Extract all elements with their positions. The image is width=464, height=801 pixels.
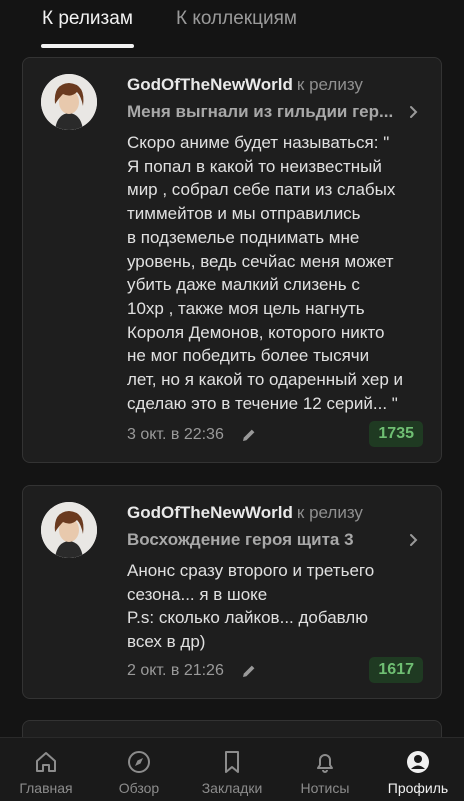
home-icon	[36, 752, 56, 772]
comment-date: 3 окт. в 22:36	[127, 426, 224, 443]
avatar[interactable]	[41, 74, 97, 130]
nav-home[interactable]: Главная	[0, 738, 92, 801]
chevron-right-icon	[410, 106, 418, 118]
author-line: GodOfTheNewWorld к релизу	[127, 75, 363, 95]
tab-to-releases[interactable]: К релизам	[42, 8, 133, 30]
release-link[interactable]: Восхождение героя щита 3	[127, 530, 407, 550]
nav-label: Главная	[19, 780, 73, 796]
nav-label: Нотисы	[300, 780, 350, 796]
comment-text: Скоро аниме будет называться: " Я попал …	[127, 133, 404, 413]
likes-badge[interactable]: 1735	[369, 421, 423, 447]
nav-bookmarks[interactable]: Закладки	[186, 738, 278, 801]
pencil-icon	[243, 429, 255, 441]
bottom-navigation: Главная Обзор Закладки Нотисы Профиль	[0, 737, 464, 801]
nav-explore[interactable]: Обзор	[93, 738, 185, 801]
author-name[interactable]: GodOfTheNewWorld	[127, 75, 293, 94]
bell-icon	[317, 754, 333, 773]
likes-badge[interactable]: 1617	[369, 657, 423, 683]
profile-icon	[407, 751, 429, 773]
bookmark-icon	[225, 751, 239, 773]
nav-label: Профиль	[387, 780, 449, 796]
pencil-icon	[243, 665, 255, 677]
nav-label: Закладки	[201, 780, 263, 796]
nav-notices[interactable]: Нотисы	[279, 738, 371, 801]
to-release-label: к релизу	[296, 503, 363, 522]
comment-text: Анонс сразу второго и третьего сезона...…	[127, 561, 375, 652]
comment-card[interactable]: GodOfTheNewWorld к релизу Меня выгнали из…	[22, 57, 442, 463]
to-release-label: к релизу	[296, 75, 363, 94]
compass-icon	[128, 751, 150, 773]
nav-label: Обзор	[118, 780, 160, 796]
author-name[interactable]: GodOfTheNewWorld	[127, 503, 293, 522]
nav-profile[interactable]: Профиль	[372, 738, 464, 801]
active-tab-indicator	[41, 44, 134, 48]
release-link[interactable]: Меня выгнали из гильдии гер...	[127, 102, 407, 122]
chevron-right-icon	[410, 534, 418, 546]
tab-bar: К релизам К коллекциям	[0, 0, 464, 50]
avatar[interactable]	[41, 502, 97, 558]
tab-to-collections[interactable]: К коллекциям	[176, 8, 297, 30]
author-line: GodOfTheNewWorld к релизу	[127, 503, 363, 523]
comment-date: 2 окт. в 21:26	[127, 662, 224, 679]
comment-card[interactable]: GodOfTheNewWorld к релизу Восхождение гер…	[22, 485, 442, 699]
